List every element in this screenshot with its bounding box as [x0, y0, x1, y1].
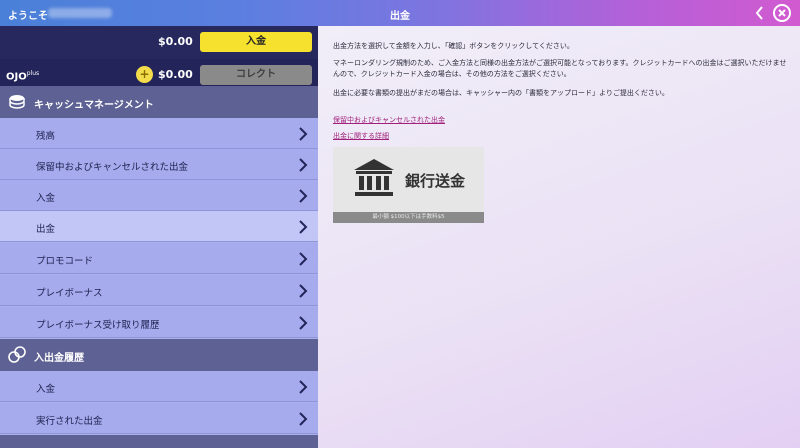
plus-coin-icon: +: [136, 66, 153, 83]
bank-transfer-option[interactable]: 銀行送金 最小額 $100以下は手数料$5: [333, 147, 484, 223]
instruction-text: 出金方法を選択して金額を入力し、「確認」ボタンをクリックしてください。: [333, 42, 574, 50]
withdrawal-panel: 出金方法を選択して金額を入力し、「確認」ボタンをクリックしてください。 マネーロ…: [318, 26, 800, 448]
top-bar: ようこそ 出金: [0, 0, 800, 26]
collect-button[interactable]: コレクト: [200, 65, 312, 85]
bank-transfer-label: 銀行送金: [405, 172, 466, 190]
ojo-plus-logo: OJOplus: [6, 70, 40, 83]
sidebar-item-label: プロモコード: [36, 256, 94, 267]
chevron-left-icon: [755, 6, 763, 20]
coin-stack-icon: [9, 95, 25, 109]
sidebar-item-play-bonus-history[interactable]: プレイボーナス受け取り履歴: [0, 307, 318, 338]
sidebar-item-label: 実行された出金: [36, 416, 103, 427]
sidebar-item-deposit[interactable]: 入金: [0, 180, 318, 211]
cash-balance-row: $0.00 入金: [0, 26, 318, 59]
sidebar-item-label: 出金: [36, 224, 56, 235]
sidebar-item-executed-withdrawals[interactable]: 実行された出金: [0, 403, 318, 434]
section-label: 入出金履歴: [34, 353, 84, 364]
close-button[interactable]: [773, 4, 791, 22]
chevron-right-icon: [299, 316, 308, 330]
section-label: キャッシュマネージメント: [34, 100, 154, 111]
section-cash-management: キャッシュマネージメント: [0, 86, 318, 118]
withdrawal-details-link[interactable]: 出金に関する詳細: [333, 131, 389, 141]
chevron-right-icon: [299, 412, 308, 426]
cash-balance-amount: $0.00: [158, 35, 193, 48]
back-button[interactable]: [752, 3, 768, 23]
section-transaction-history: 入出金履歴: [0, 339, 318, 371]
chevron-right-icon: [299, 127, 308, 141]
sidebar-item-balance[interactable]: 残高: [0, 118, 318, 149]
sidebar-item-deposit-history[interactable]: 入金: [0, 371, 318, 402]
section-next-partial: [0, 435, 318, 448]
sidebar-item-label: 残高: [36, 131, 56, 142]
sidebar-item-label: プレイボーナス受け取り履歴: [36, 320, 160, 331]
chevron-right-icon: [299, 158, 308, 172]
sidebar: $0.00 入金 OJOplus + $0.00 コレクト キャッシュマネージメ…: [0, 26, 318, 448]
sidebar-item-withdrawal[interactable]: 出金: [0, 211, 318, 242]
sidebar-item-play-bonus[interactable]: プレイボーナス: [0, 275, 318, 306]
chevron-right-icon: [299, 220, 308, 234]
aml-notice-text: マネーロンダリング規制のため、ご入金方法と同様の出金方法がご選択可能となっており…: [333, 59, 787, 78]
close-icon: [778, 9, 786, 17]
sidebar-item-label: プレイボーナス: [36, 288, 103, 299]
documents-notice-text: 出金に必要な書類の提出がまだの場合は、キャッシャー内の「書類をアップロード」より…: [333, 89, 669, 97]
pending-withdrawals-link[interactable]: 保留中およびキャンセルされた出金: [333, 115, 445, 125]
sidebar-item-label: 入金: [36, 384, 56, 395]
sidebar-item-pending-withdrawals[interactable]: 保留中およびキャンセルされた出金: [0, 149, 318, 180]
chevron-right-icon: [299, 284, 308, 298]
page-title: 出金: [390, 11, 410, 22]
bonus-balance-amount: $0.00: [158, 68, 193, 81]
bank-building-icon: [354, 159, 394, 196]
chevron-right-icon: [299, 380, 308, 394]
bank-transfer-fee-note: 最小額 $100以下は手数料$5: [333, 212, 484, 223]
coins-exchange-icon: [8, 346, 26, 363]
deposit-button[interactable]: 入金: [200, 32, 312, 52]
sidebar-item-label: 入金: [36, 193, 56, 204]
sidebar-item-label: 保留中およびキャンセルされた出金: [36, 162, 189, 173]
chevron-right-icon: [299, 189, 308, 203]
sidebar-item-promo-code[interactable]: プロモコード: [0, 243, 318, 274]
chevron-right-icon: [299, 252, 308, 266]
